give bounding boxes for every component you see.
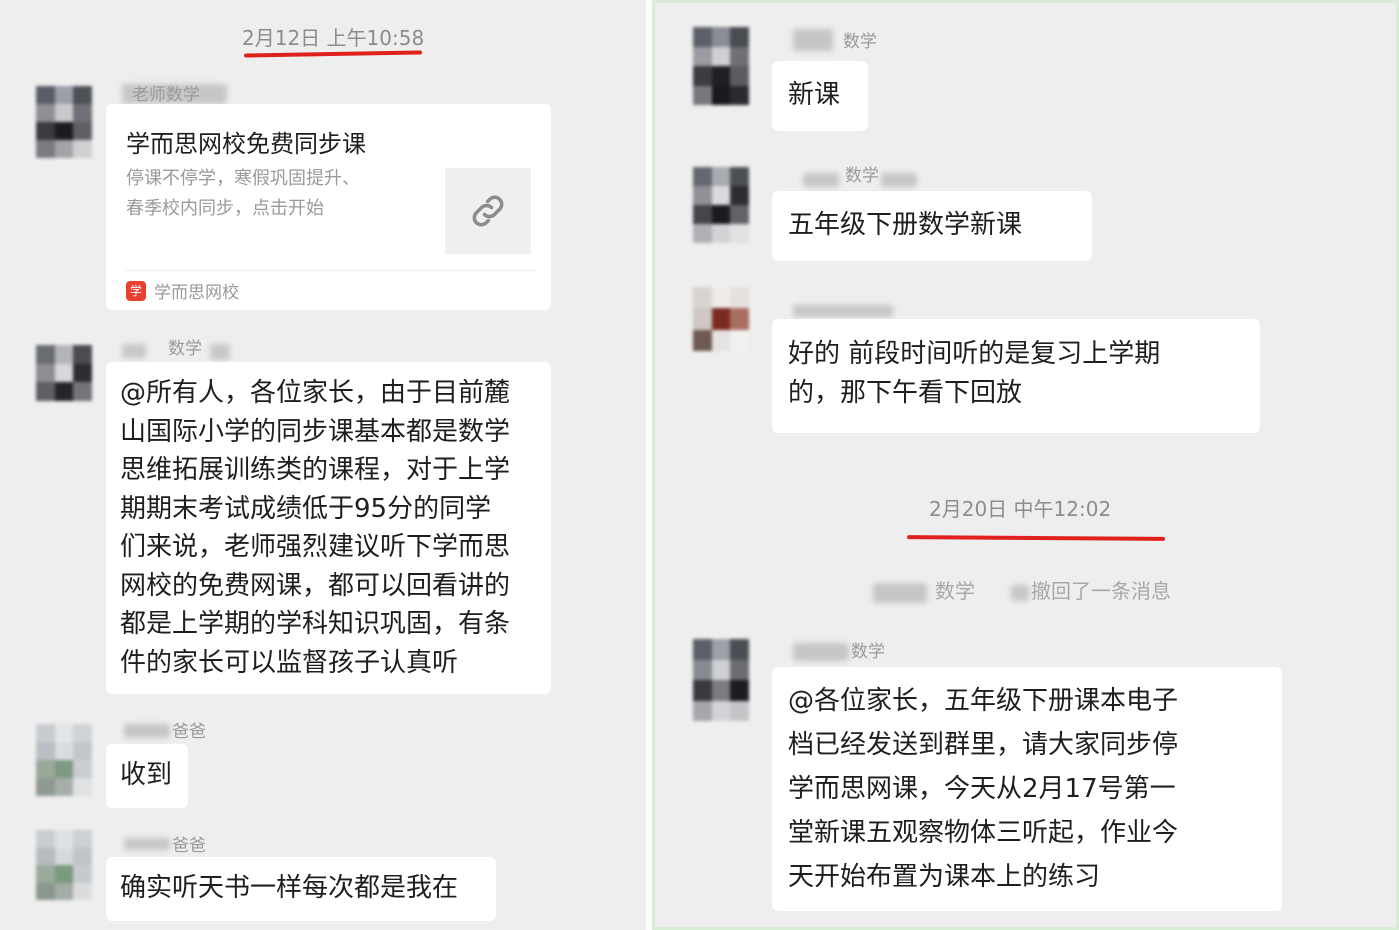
avatar[interactable] (36, 345, 92, 401)
sender-name: 数学 (843, 32, 877, 52)
avatar[interactable] (36, 830, 92, 900)
message-bubble[interactable]: 新课 (772, 61, 868, 131)
avatar[interactable] (693, 167, 749, 243)
avatar[interactable] (693, 287, 749, 351)
recall-sender: 数学 (935, 579, 975, 603)
message-line: 确实听天书一样每次都是我在 (120, 873, 459, 903)
sender-name: 数学 (168, 339, 202, 359)
card-desc-line: 停课不停学，寒假巩固提升、 (126, 168, 360, 189)
message-bubble[interactable]: @各位家长，五年级下册课本电子 档已经发送到群里，请大家同步停 学而思网课，今天… (772, 667, 1282, 911)
avatar[interactable] (693, 27, 749, 105)
app-logo-icon: 学 (126, 280, 146, 301)
card-divider (126, 270, 537, 271)
sender-name: 数学 (851, 642, 885, 662)
sender-name: 爸爸 (172, 722, 206, 742)
message-line: 网校的免费网课，都可以回看讲的 (120, 570, 511, 601)
link-card[interactable]: 学而思网校免费同步课 停课不停学，寒假巩固提升、 春季校内同步，点击开始 学 学… (106, 104, 551, 310)
message-line: @所有人，各位家长，由于目前麓 (120, 378, 511, 408)
message-line: 期期末考试成绩低于95分的同学 (120, 493, 492, 524)
blurred-name (873, 583, 927, 603)
blurred-name (1011, 585, 1029, 601)
blurred-name (124, 724, 170, 738)
blurred-name (210, 344, 230, 360)
message-bubble[interactable]: @所有人，各位家长，由于目前麓 山国际小学的同步课基本都是数学 思维拓展训练类的… (106, 362, 551, 694)
message-line: 的，那下午看下回放 (788, 377, 1023, 408)
message-line: 件的家长可以监督孩子认真听 (120, 647, 459, 678)
blurred-name (793, 643, 849, 661)
blurred-name (793, 29, 833, 51)
card-source-label: 学而思网校 (154, 283, 239, 303)
message-line: @各位家长，五年级下册课本电子 (788, 686, 1179, 716)
message-line: 好的 前段时间听的是复习上学期 (788, 339, 1161, 369)
blurred-name (803, 173, 839, 187)
message-line: 天开始布置为课本上的练习 (788, 862, 1101, 892)
sender-name: 数学 (845, 166, 879, 186)
message-line: 新课 (788, 80, 841, 110)
message-line: 都是上学期的学科知识巩固，有条 (120, 609, 511, 639)
timestamp: 2月20日 中午12:02 (929, 497, 1112, 521)
blurred-name (793, 305, 893, 317)
avatar[interactable] (36, 724, 92, 796)
link-icon (472, 195, 504, 227)
message-line: 山国际小学的同步课基本都是数学 (120, 416, 511, 447)
message-line: 收到 (120, 760, 173, 790)
blurred-name (124, 838, 170, 850)
message-line: 思维拓展训练类的课程，对于上学 (120, 455, 511, 485)
chat-panel-left: 2月12日 上午10:58 老师数学 学而思网校免费同步课 停课不停学，寒假巩固… (0, 0, 646, 930)
card-source: 学 学而思网校 (126, 278, 239, 303)
message-line: 堂新课五观察物体三听起，作业今 (788, 818, 1179, 848)
recall-notice: 撤回了一条消息 (1031, 579, 1171, 603)
card-title: 学而思网校免费同步课 (126, 130, 366, 158)
avatar[interactable] (693, 639, 749, 721)
blurred-name (881, 173, 917, 187)
timestamp: 2月12日 上午10:58 (242, 26, 425, 50)
message-bubble[interactable]: 确实听天书一样每次都是我在 (106, 857, 496, 921)
card-desc-line: 春季校内同步，点击开始 (126, 198, 324, 219)
sender-name: 爸爸 (172, 836, 206, 856)
blurred-name (122, 344, 146, 358)
timestamp-underline (243, 50, 423, 58)
message-line: 五年级下册数学新课 (788, 210, 1023, 240)
message-line: 们来说，老师强烈建议听下学而思 (120, 532, 511, 562)
timestamp-underline (906, 535, 1166, 541)
message-line: 学而思网课，今天从2月17号第一 (788, 774, 1176, 804)
message-line: 档已经发送到群里，请大家同步停 (788, 730, 1179, 760)
message-bubble[interactable]: 好的 前段时间听的是复习上学期 的，那下午看下回放 (772, 319, 1260, 433)
chat-panel-right: 数学 新课 数学 五年级下册数学新课 好的 前段时间听的是复习上学期 的，那下午… (652, 0, 1399, 930)
card-description: 停课不停学，寒假巩固提升、 春季校内同步，点击开始 (126, 164, 360, 224)
message-bubble[interactable]: 五年级下册数学新课 (772, 191, 1092, 261)
message-bubble[interactable]: 收到 (106, 744, 188, 808)
sender-name: 老师数学 (132, 85, 200, 105)
card-thumbnail (445, 168, 531, 254)
avatar[interactable] (36, 86, 92, 158)
